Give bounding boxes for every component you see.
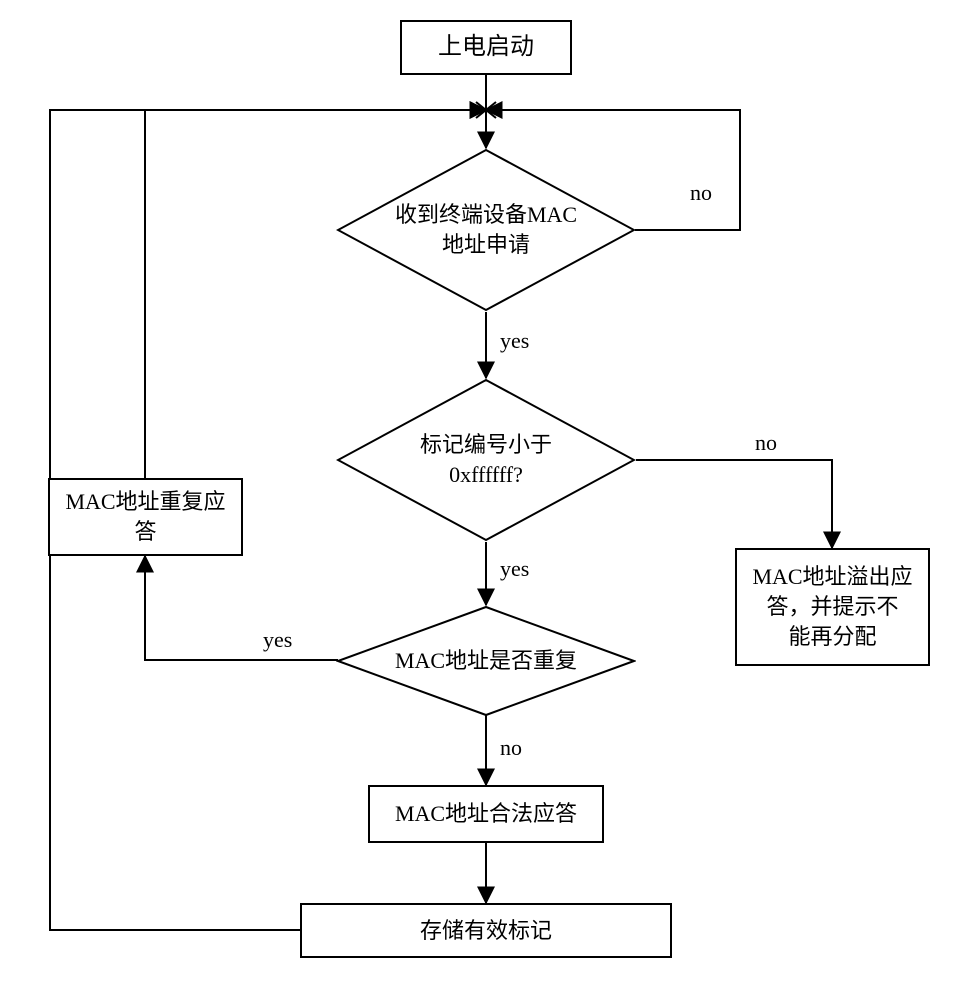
node-store-valid-mark: 存储有效标记 [300,903,672,958]
decision3-label: MAC地址是否重复 [395,646,577,676]
edge-d3-no: no [500,735,522,761]
repeat-response-label: MAC地址重复应 答 [57,483,233,550]
node-mac-overflow-response: MAC地址溢出应 答，并提示不 能再分配 [735,548,930,666]
store-mark-label: 存储有效标记 [412,912,560,950]
node-mac-legal-response: MAC地址合法应答 [368,785,604,843]
decision-mac-duplicate: MAC地址是否重复 [336,605,636,717]
node-start: 上电启动 [400,20,572,75]
decision1-label: 收到终端设备MAC 地址申请 [395,200,577,259]
overflow-response-label: MAC地址溢出应 答，并提示不 能再分配 [744,558,920,655]
decision-receive-mac-request: 收到终端设备MAC 地址申请 [336,148,636,312]
edge-d3-yes: yes [263,627,292,653]
decision2-label: 标记编号小于 0xffffff? [420,430,552,489]
edge-d2-yes: yes [500,556,529,582]
edge-d2-no: no [755,430,777,456]
edge-d1-no: no [690,180,712,206]
node-start-label: 上电启动 [430,27,542,67]
legal-response-label: MAC地址合法应答 [387,795,585,833]
node-mac-repeat-response: MAC地址重复应 答 [48,478,243,556]
decision-marker-less-than: 标记编号小于 0xffffff? [336,378,636,542]
edge-d1-yes: yes [500,328,529,354]
